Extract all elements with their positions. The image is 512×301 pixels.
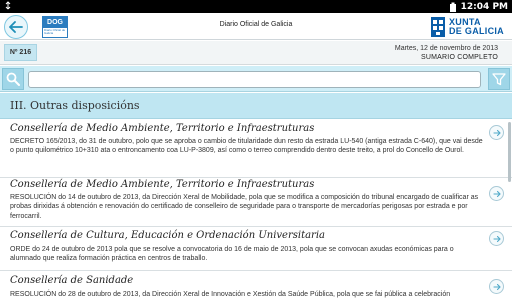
filter-button[interactable] bbox=[488, 68, 510, 90]
item-arrow-button[interactable] bbox=[489, 186, 504, 201]
arrow-right-icon bbox=[492, 129, 501, 136]
dog-logo-subtitle: Diario Oficial de Galicia bbox=[44, 28, 66, 36]
item-description: DECRETO 165/2013, do 31 de outubro, polo… bbox=[10, 138, 483, 155]
xunta-logo: XUNTA DE GALICIA bbox=[430, 15, 504, 39]
search-input[interactable] bbox=[28, 71, 481, 88]
search-button[interactable] bbox=[2, 68, 24, 90]
issue-info: Martes, 12 de novembro de 2013 SUMARIO C… bbox=[395, 44, 498, 62]
item-description: RESOLUCIÓN do 28 de outubro de 2013, da … bbox=[10, 291, 451, 298]
issue-info-bar: Nº 216 Martes, 12 de novembro de 2013 SU… bbox=[0, 41, 512, 65]
section-title: III. Outras disposicións bbox=[10, 99, 140, 112]
search-bar bbox=[0, 66, 512, 92]
battery-icon bbox=[449, 2, 456, 12]
arrow-right-icon bbox=[492, 190, 501, 197]
list-scrollbar[interactable] bbox=[508, 122, 511, 182]
usb-icon bbox=[5, 1, 11, 10]
brand-line2: DE GALICIA bbox=[448, 26, 504, 36]
item-title: Consellería de Medio Ambiente, Territori… bbox=[10, 123, 315, 134]
list-item[interactable]: Consellería de Medio Ambiente, Territori… bbox=[0, 120, 512, 178]
section-header: III. Outras disposicións bbox=[0, 93, 512, 119]
item-title: Consellería de Sanidade bbox=[10, 275, 134, 286]
list-item[interactable]: Consellería de Medio Ambiente, Territori… bbox=[0, 178, 512, 227]
filter-icon bbox=[492, 73, 506, 86]
item-arrow-button[interactable] bbox=[489, 125, 504, 140]
item-description: ORDE do 24 de outubro de 2013 pola que s… bbox=[10, 246, 454, 263]
issue-number-badge: Nº 216 bbox=[4, 44, 37, 61]
status-bar: 12:04 PM bbox=[0, 0, 512, 13]
item-arrow-button[interactable] bbox=[489, 231, 504, 246]
item-description: RESOLUCIÓN do 14 de outubro de 2013, da … bbox=[10, 194, 479, 220]
issue-date: Martes, 12 de novembro de 2013 bbox=[394, 45, 498, 52]
app-header: DOG Diario Oficial de Galicia Diario Ofi… bbox=[0, 13, 512, 40]
status-time: 12:04 PM bbox=[460, 1, 508, 12]
status-bar-right: 12:04 PM bbox=[449, 0, 508, 13]
search-icon bbox=[6, 72, 20, 86]
arrow-right-icon bbox=[492, 283, 501, 290]
summary-label: SUMARIO COMPLETO bbox=[421, 54, 498, 61]
item-title: Consellería de Medio Ambiente, Territori… bbox=[10, 179, 315, 190]
galicia-emblem-icon bbox=[430, 17, 445, 37]
arrow-right-icon bbox=[492, 235, 501, 242]
list-item[interactable]: Consellería de Sanidade RESOLUCIÓN do 28… bbox=[0, 271, 512, 301]
list-item[interactable]: Consellería de Cultura, Educación e Orde… bbox=[0, 227, 512, 271]
item-arrow-button[interactable] bbox=[489, 279, 504, 294]
item-title: Consellería de Cultura, Educación e Orde… bbox=[10, 230, 325, 241]
